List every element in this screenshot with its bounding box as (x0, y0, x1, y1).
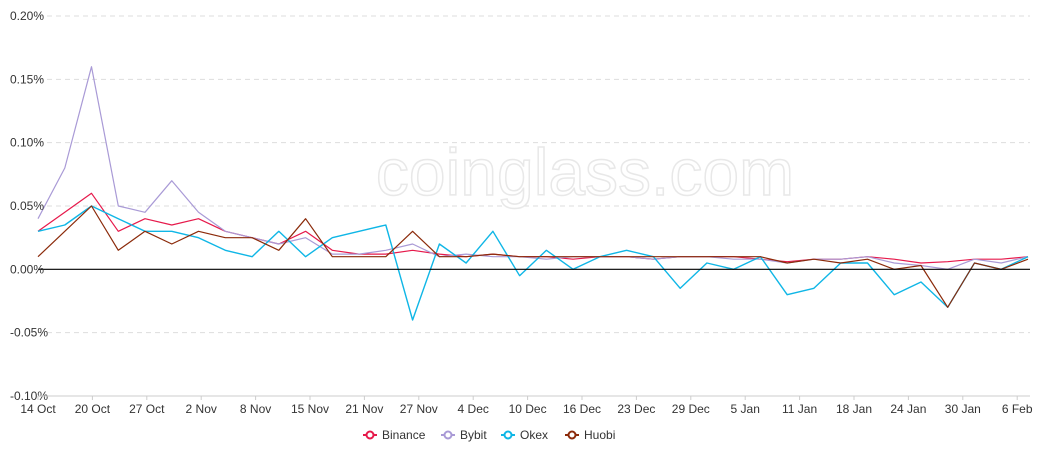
x-tick-label: 27 Oct (129, 402, 165, 416)
y-tick-label: 0.00% (10, 262, 44, 276)
x-tick-label: 30 Jan (945, 402, 981, 416)
legend-label: Huobi (584, 428, 615, 442)
x-tick-label: 20 Oct (75, 402, 111, 416)
legend-label: Bybit (460, 428, 487, 442)
legend-marker-icon (365, 430, 375, 440)
x-tick-label: 6 Feb (1002, 402, 1033, 416)
x-tick-label: 10 Dec (509, 402, 547, 416)
y-tick-label: 0.05% (10, 199, 44, 213)
legend-marker-icon (567, 430, 577, 440)
x-tick-label: 15 Nov (291, 402, 329, 416)
y-tick-label: 0.10% (10, 136, 44, 150)
legend-item-huobi[interactable]: Huobi (565, 428, 615, 442)
watermark: coinglass.com (376, 135, 794, 209)
legend-marker-icon (443, 430, 453, 440)
x-tick-label: 23 Dec (617, 402, 655, 416)
x-tick-label: 8 Nov (240, 402, 271, 416)
x-tick-label: 21 Nov (345, 402, 383, 416)
legend-label: Okex (520, 428, 548, 442)
x-tick-label: 11 Jan (782, 402, 817, 416)
x-tick-label: 16 Dec (563, 402, 601, 416)
series-line-okex (37, 205, 1029, 321)
y-tick-label: -0.05% (10, 326, 48, 340)
x-tick-label: 2 Nov (186, 402, 217, 416)
x-tick-label: 4 Dec (458, 402, 489, 416)
x-tick-label: 18 Jan (836, 402, 872, 416)
legend-item-okex[interactable]: Okex (501, 428, 548, 442)
chart-canvas: coinglass.com 0.20% 0.15% 0.10% 0.05% 0.00% -… (10, 9, 1033, 442)
legend-item-binance[interactable]: Binance (363, 428, 426, 442)
legend-marker-icon (503, 430, 513, 440)
x-tick-label: 5 Jan (731, 402, 760, 416)
x-tick-label: 29 Dec (672, 402, 710, 416)
y-tick-label: 0.15% (10, 72, 44, 86)
legend-item-bybit[interactable]: Bybit (441, 428, 487, 442)
legend-label: Binance (382, 428, 426, 442)
x-tick-label: 27 Nov (400, 402, 438, 416)
x-tick-label: 24 Jan (890, 402, 926, 416)
x-tick-label: 14 Oct (20, 402, 56, 416)
y-tick-label: 0.20% (10, 9, 44, 23)
legend[interactable]: Binance Bybit Okex Huobi (363, 428, 615, 442)
axes: 0.20%0.15%0.10%0.05%0.00%-0.05%-0.10%14 … (10, 9, 1033, 416)
funding-rate-chart: coinglass.com 0.20% 0.15% 0.10% 0.05% 0.00% -… (0, 0, 1038, 452)
